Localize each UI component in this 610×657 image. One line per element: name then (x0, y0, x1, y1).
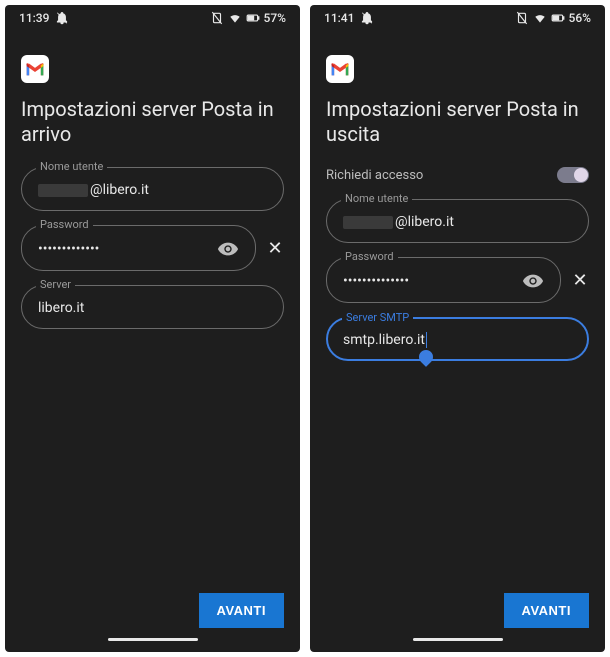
toggle-label: Richiedi accesso (326, 168, 423, 183)
smtp-label: Server SMTP (342, 311, 413, 324)
username-label: Nome utente (341, 192, 412, 205)
status-time: 11:39 (19, 11, 49, 25)
phone-outgoing: 11:41 56% Impostazioni server Posta in u… (310, 5, 605, 652)
eye-icon[interactable] (217, 238, 239, 260)
notification-mute-icon (55, 11, 69, 25)
status-battery: 56% (569, 11, 591, 25)
next-button[interactable]: AVANTI (504, 593, 589, 628)
phone-incoming: 11:39 57% Impostazioni server Posta in a… (5, 5, 300, 652)
smtp-value: smtp.libero.it (343, 332, 572, 348)
notification-mute-icon (360, 11, 374, 25)
password-value: ••••••••••••• (38, 241, 209, 257)
password-label: Password (36, 218, 93, 231)
server-value: libero.it (38, 300, 267, 316)
username-field[interactable]: Nome utente @libero.it (326, 199, 589, 243)
battery-icon (551, 11, 565, 25)
password-value: •••••••••••••• (343, 273, 514, 289)
close-icon[interactable]: ✕ (266, 238, 284, 259)
server-field[interactable]: Server libero.it (21, 285, 284, 329)
require-login-toggle[interactable] (557, 167, 589, 183)
status-bar: 11:41 56% (310, 5, 605, 29)
battery-icon (246, 11, 260, 25)
username-label: Nome utente (36, 160, 107, 173)
username-field[interactable]: Nome utente @libero.it (21, 167, 284, 211)
password-field[interactable]: Password ••••••••••••• (21, 225, 256, 271)
status-bar: 11:39 57% (5, 5, 300, 29)
rotate-icon (210, 11, 224, 25)
password-label: Password (341, 250, 398, 263)
next-button[interactable]: AVANTI (199, 593, 284, 628)
nav-bar (5, 638, 300, 652)
smtp-server-field[interactable]: Server SMTP smtp.libero.it (326, 317, 589, 361)
status-time: 11:41 (324, 11, 354, 25)
page-title: Impostazioni server Posta in uscita (326, 97, 589, 147)
wifi-icon (228, 11, 242, 25)
nav-bar (310, 638, 605, 652)
status-battery: 57% (264, 11, 286, 25)
rotate-icon (515, 11, 529, 25)
server-label: Server (36, 278, 75, 291)
gmail-logo-icon (326, 55, 354, 83)
wifi-icon (533, 11, 547, 25)
gmail-logo-icon (21, 55, 49, 83)
password-field[interactable]: Password •••••••••••••• (326, 257, 561, 303)
username-value: @libero.it (38, 182, 267, 198)
username-value: @libero.it (343, 214, 572, 230)
page-title: Impostazioni server Posta in arrivo (21, 97, 284, 147)
close-icon[interactable]: ✕ (571, 270, 589, 291)
eye-icon[interactable] (522, 270, 544, 292)
